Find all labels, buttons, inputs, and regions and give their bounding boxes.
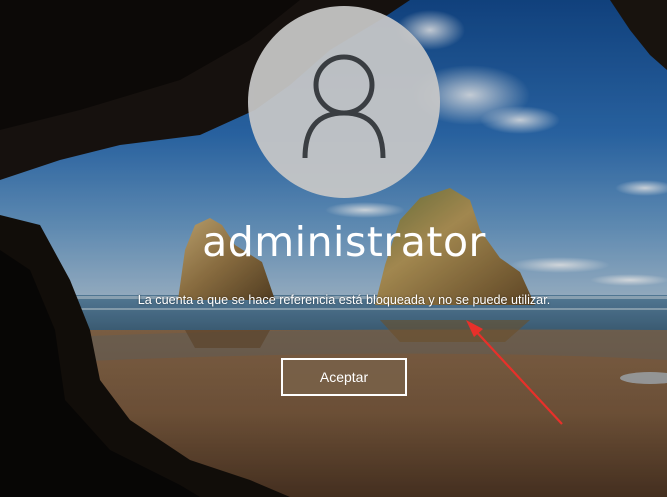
lock-screen: administrator La cuenta a que se hace re… (0, 0, 667, 497)
accept-button[interactable]: Aceptar (281, 358, 407, 396)
user-avatar (248, 6, 440, 198)
user-avatar-icon (302, 54, 386, 159)
lockout-message: La cuenta a que se hace referencia está … (137, 293, 551, 307)
username-label: administrator (202, 218, 486, 266)
